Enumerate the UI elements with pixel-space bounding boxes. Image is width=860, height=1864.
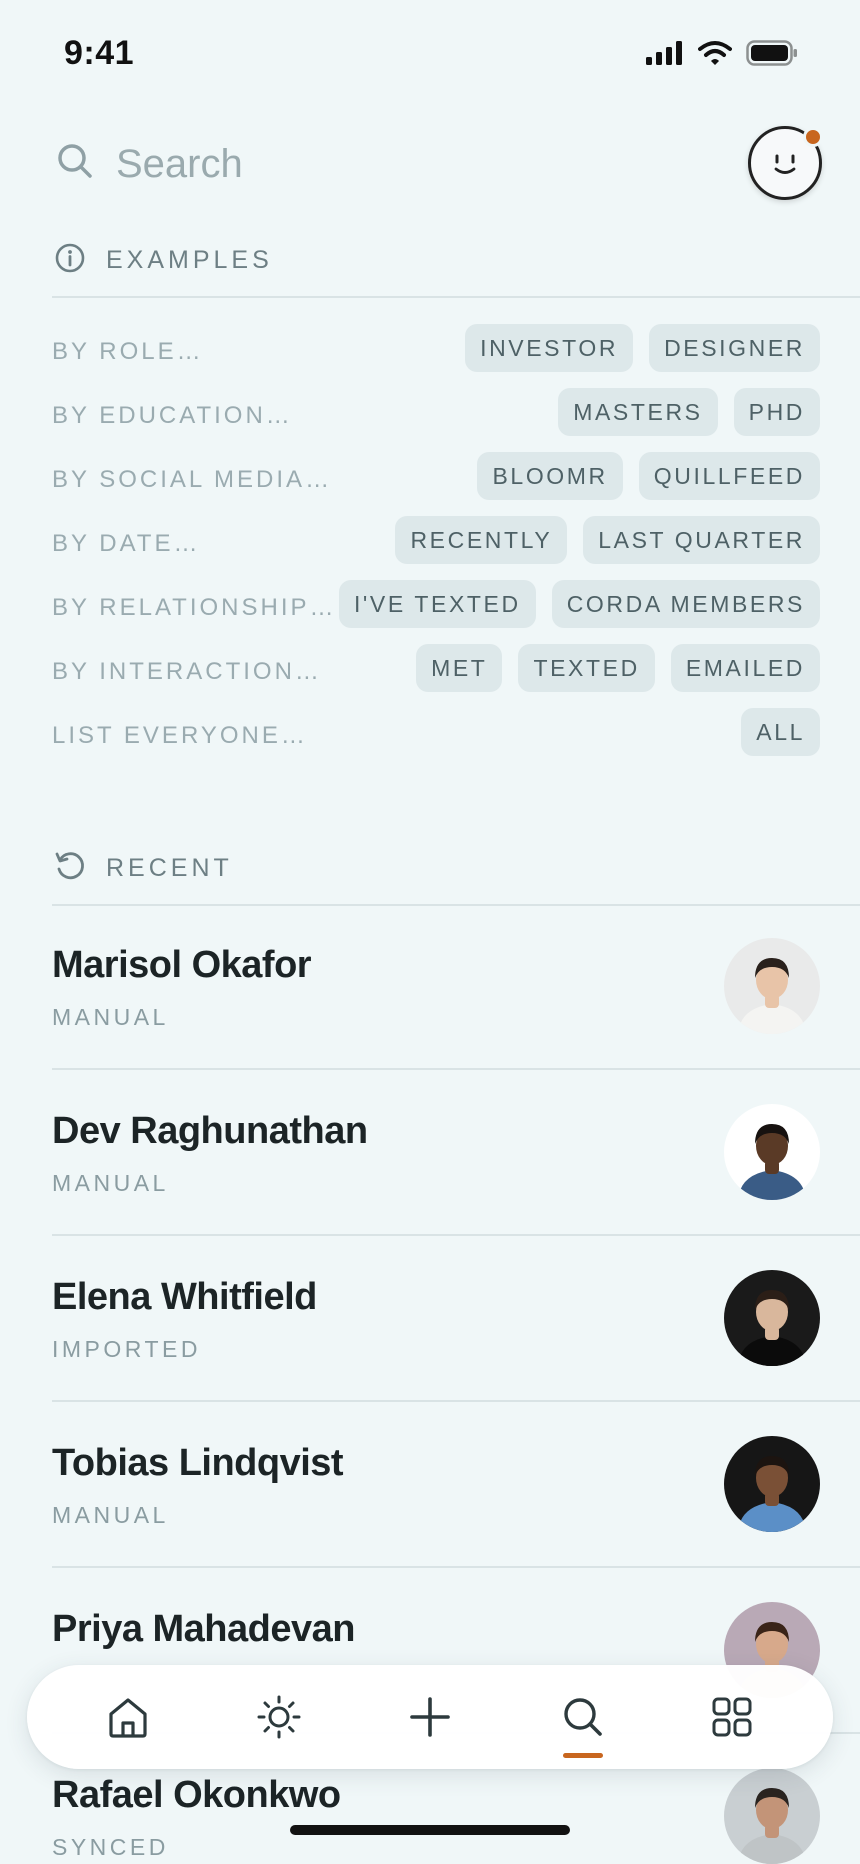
- filter-chip[interactable]: MET: [416, 644, 503, 692]
- plus-icon: [410, 1697, 450, 1737]
- example-chips: MET TEXTED EMAILED: [416, 644, 820, 692]
- home-indicator: [290, 1825, 570, 1835]
- example-row: BY SOCIAL MEDIA… BLOOMR QUILLFEED: [52, 452, 820, 516]
- search-icon: [564, 1698, 602, 1736]
- profile-avatar-button[interactable]: [748, 126, 823, 200]
- contact-name: Tobias Lindqvist: [52, 1442, 344, 1484]
- filter-chip[interactable]: RECENTLY: [395, 516, 568, 564]
- contact-source: MANUAL: [52, 1502, 169, 1528]
- contact-source: MANUAL: [52, 1170, 169, 1196]
- contact-photo: [724, 938, 820, 1034]
- example-chips: ALL: [741, 708, 820, 756]
- contact-photo: [724, 1270, 820, 1366]
- tab-search[interactable]: [555, 1689, 611, 1745]
- example-category-label: BY INTERACTION…: [52, 658, 322, 685]
- filter-chip[interactable]: MASTERS: [558, 388, 718, 436]
- tab-home[interactable]: [100, 1689, 156, 1745]
- examples-list: BY ROLE… INVESTOR DESIGNER BY EDUCATION… MAS…: [52, 324, 820, 772]
- example-category-label: BY SOCIAL MEDIA…: [52, 466, 333, 493]
- sun-icon: [257, 1695, 301, 1739]
- notification-dot: [803, 127, 823, 147]
- example-chips: INVESTOR DESIGNER: [465, 324, 820, 372]
- wifi-icon: [698, 41, 732, 65]
- contact-photo: [724, 1436, 820, 1532]
- examples-header: EXAMPLES: [52, 238, 860, 298]
- example-row: BY RELATIONSHIP… I'VE TEXTED CORDA MEMBERS: [52, 580, 820, 644]
- tab-discover[interactable]: [251, 1689, 307, 1745]
- filter-chip[interactable]: TEXTED: [518, 644, 655, 692]
- example-row: BY INTERACTION… MET TEXTED EMAILED: [52, 644, 820, 708]
- contact-photo: [724, 1104, 820, 1200]
- filter-chip[interactable]: INVESTOR: [465, 324, 634, 372]
- example-row: BY ROLE… INVESTOR DESIGNER: [52, 324, 820, 388]
- example-chips: BLOOMR QUILLFEED: [477, 452, 820, 500]
- recent-header: RECENT: [52, 846, 860, 906]
- tab-add[interactable]: [402, 1689, 458, 1745]
- contact-source: MANUAL: [52, 1004, 169, 1030]
- contact-avatar: [724, 1768, 820, 1864]
- example-row: BY DATE… RECENTLY LAST QUARTER: [52, 516, 820, 580]
- contact-avatar: [724, 938, 820, 1034]
- contact-name: Rafael Okonkwo: [52, 1774, 341, 1816]
- example-chips: RECENTLY LAST QUARTER: [395, 516, 820, 564]
- status-time: 9:41: [64, 34, 135, 72]
- battery-icon: [746, 40, 797, 66]
- example-category-label: BY ROLE…: [52, 338, 204, 365]
- contact-name: Priya Mahadevan: [52, 1608, 355, 1650]
- contact-name: Dev Raghunathan: [52, 1110, 368, 1152]
- status-bar: 9:41: [0, 0, 860, 110]
- filter-chip[interactable]: EMAILED: [670, 644, 820, 692]
- contact-photo: [724, 1768, 820, 1864]
- examples-title: EXAMPLES: [106, 246, 273, 274]
- search-input[interactable]: [116, 136, 676, 192]
- contact-name: Elena Whitfield: [52, 1276, 317, 1318]
- example-category-label: BY RELATIONSHIP…: [52, 594, 337, 621]
- example-chips: I'VE TEXTED CORDA MEMBERS: [338, 580, 820, 628]
- tab-apps[interactable]: [704, 1689, 760, 1745]
- recent-title: RECENT: [106, 854, 233, 882]
- search-bar: [52, 126, 823, 202]
- history-icon: [55, 852, 84, 880]
- filter-chip[interactable]: LAST QUARTER: [583, 516, 820, 564]
- example-row: LIST EVERYONE… ALL: [52, 708, 820, 772]
- filter-chip[interactable]: I'VE TEXTED: [338, 580, 536, 628]
- info-icon: [55, 243, 85, 273]
- divider: [52, 296, 860, 298]
- search-icon: [58, 144, 92, 178]
- example-category-label: BY DATE…: [52, 530, 201, 557]
- example-category-label: BY EDUCATION…: [52, 402, 293, 429]
- contact-name: Marisol Okafor: [52, 944, 312, 986]
- filter-chip[interactable]: DESIGNER: [649, 324, 820, 372]
- contact-source: SYNCED: [52, 1834, 169, 1860]
- contact-row[interactable]: Dev Raghunathan MANUAL: [52, 1070, 860, 1236]
- contact-row[interactable]: Elena Whitfield IMPORTED: [52, 1236, 860, 1402]
- active-tab-indicator: [563, 1753, 603, 1758]
- home-icon: [109, 1698, 147, 1738]
- example-chips: MASTERS PHD: [558, 388, 820, 436]
- example-category-label: LIST EVERYONE…: [52, 722, 308, 749]
- contact-row[interactable]: Marisol Okafor MANUAL: [52, 904, 860, 1070]
- contact-source: IMPORTED: [52, 1336, 201, 1362]
- contact-avatar: [724, 1104, 820, 1200]
- filter-chip[interactable]: QUILLFEED: [638, 452, 820, 500]
- filter-chip[interactable]: BLOOMR: [477, 452, 623, 500]
- cellular-signal-icon: [646, 41, 682, 65]
- contact-avatar: [724, 1436, 820, 1532]
- filter-chip[interactable]: PHD: [733, 388, 820, 436]
- grid-icon: [712, 1697, 752, 1737]
- filter-chip[interactable]: CORDA MEMBERS: [551, 580, 820, 628]
- tab-bar: [27, 1665, 833, 1769]
- contact-avatar: [724, 1270, 820, 1366]
- contact-row[interactable]: Tobias Lindqvist MANUAL: [52, 1402, 860, 1568]
- filter-chip[interactable]: ALL: [741, 708, 820, 756]
- status-icons: [646, 40, 798, 66]
- example-row: BY EDUCATION… MASTERS PHD: [52, 388, 820, 452]
